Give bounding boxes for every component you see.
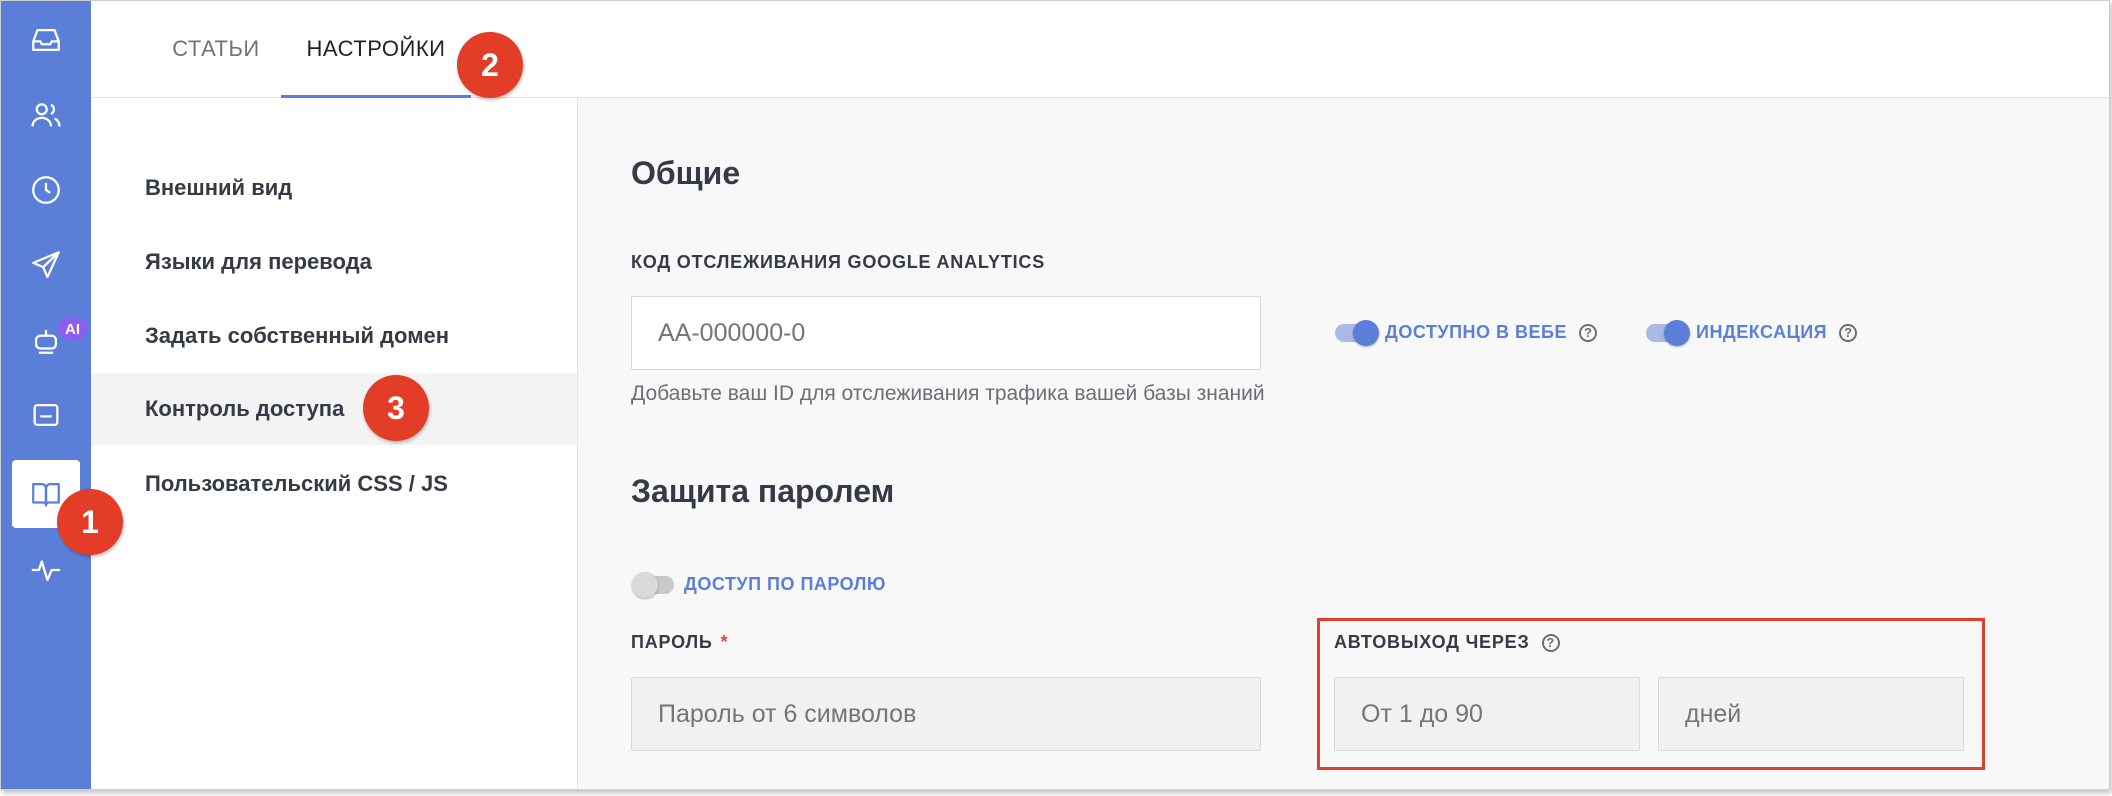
rail-widget[interactable] bbox=[12, 381, 80, 449]
toggle-track bbox=[1646, 319, 1690, 346]
menu-item-languages[interactable]: Языки для перевода bbox=[91, 226, 577, 298]
tab-settings[interactable]: НАСТРОЙКИ bbox=[281, 1, 471, 98]
menu-item-custom-css-js[interactable]: Пользовательский CSS / JS bbox=[91, 448, 577, 520]
settings-menu: Внешний вид Языки для перевода Задать со… bbox=[91, 98, 578, 789]
web-available-toggle[interactable]: ДОСТУПНО В ВЕБЕ ? bbox=[1335, 319, 1597, 346]
rail-campaigns[interactable] bbox=[12, 231, 80, 299]
rail-ai-bot[interactable]: AI bbox=[12, 306, 87, 374]
section-title-password: Защита паролем bbox=[631, 473, 895, 509]
book-icon bbox=[32, 482, 60, 507]
ga-tracking-input[interactable] bbox=[631, 296, 1261, 370]
icon-rail: AI bbox=[1, 1, 91, 789]
activity-icon bbox=[31, 560, 61, 582]
users-icon bbox=[31, 103, 61, 127]
web-available-label: ДОСТУПНО В ВЕБЕ bbox=[1385, 322, 1567, 342]
required-mark: * bbox=[720, 632, 729, 652]
app-window: AI СТАТЬИ НАСТРОЙКИ Внешний вид Языки дл… bbox=[0, 0, 2110, 790]
callout-marker-1: 1 bbox=[57, 489, 123, 555]
toggle-track bbox=[1335, 319, 1379, 346]
toggle-knob bbox=[632, 571, 658, 598]
password-access-label: ДОСТУП ПО ПАРОЛЮ bbox=[684, 574, 886, 594]
menu-item-access-control[interactable]: Контроль доступа bbox=[91, 373, 577, 445]
ga-hint: Добавьте ваш ID для отслеживания трафика… bbox=[631, 382, 1265, 405]
widget-icon bbox=[33, 403, 59, 427]
settings-panel: Общие КОД ОТСЛЕЖИВАНИЯ GOOGLE ANALYTICS … bbox=[578, 98, 2109, 789]
password-label: ПАРОЛЬ * bbox=[631, 632, 728, 653]
send-icon bbox=[32, 251, 60, 279]
help-icon[interactable]: ? bbox=[1839, 323, 1858, 342]
highlight-box bbox=[1317, 618, 1985, 770]
toggle-knob bbox=[1664, 319, 1690, 346]
toggle-track bbox=[632, 571, 674, 598]
password-input[interactable] bbox=[631, 677, 1261, 751]
ai-badge: AI bbox=[58, 318, 87, 340]
password-access-toggle[interactable]: ДОСТУП ПО ПАРОЛЮ bbox=[632, 571, 886, 598]
ga-label: КОД ОТСЛЕЖИВАНИЯ GOOGLE ANALYTICS bbox=[631, 252, 1046, 272]
menu-item-custom-domain[interactable]: Задать собственный домен bbox=[91, 300, 577, 372]
clock-icon bbox=[32, 176, 60, 204]
help-icon[interactable]: ? bbox=[1578, 323, 1597, 342]
toggle-knob bbox=[1353, 319, 1379, 346]
tab-articles[interactable]: СТАТЬИ bbox=[151, 1, 281, 97]
callout-marker-3: 3 bbox=[363, 375, 429, 441]
inbox-icon bbox=[32, 28, 60, 52]
menu-item-appearance[interactable]: Внешний вид bbox=[91, 152, 577, 224]
tab-bar: СТАТЬИ НАСТРОЙКИ bbox=[91, 1, 2109, 98]
rail-contacts[interactable] bbox=[12, 81, 80, 149]
rail-inbox[interactable] bbox=[12, 6, 80, 74]
indexing-toggle[interactable]: ИНДЕКСАЦИЯ ? bbox=[1646, 319, 1858, 346]
section-title-general: Общие bbox=[631, 155, 741, 191]
rail-history[interactable] bbox=[12, 156, 80, 224]
callout-marker-2: 2 bbox=[457, 32, 523, 98]
password-label-text: ПАРОЛЬ bbox=[631, 632, 713, 652]
indexing-label: ИНДЕКСАЦИЯ bbox=[1696, 322, 1828, 342]
